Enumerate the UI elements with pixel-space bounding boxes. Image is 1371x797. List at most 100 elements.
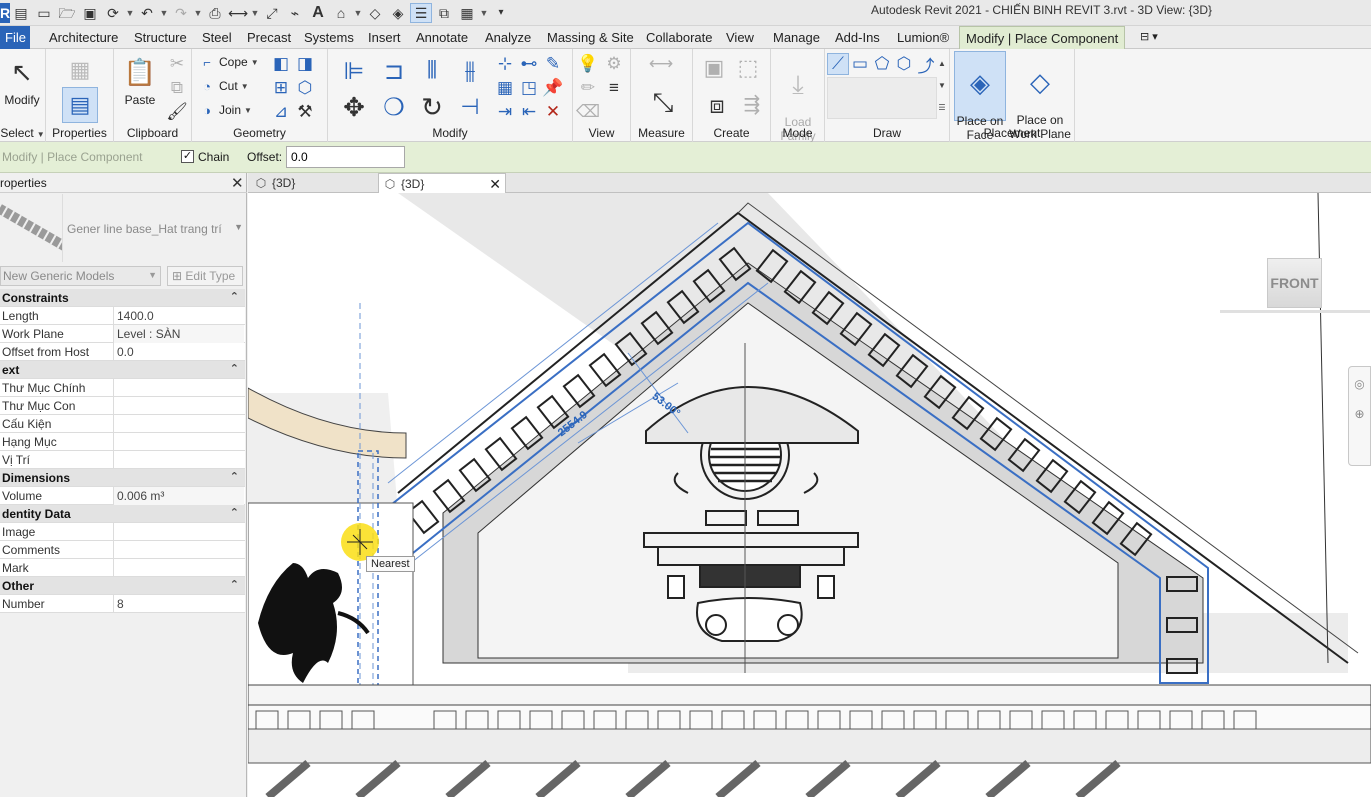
place-on-work-plane-button[interactable]: ◇ Place on Work Plane [1008, 51, 1072, 141]
delete-icon[interactable]: ✕ [542, 101, 564, 123]
join-button[interactable]: ◑ Join ▼ [198, 101, 252, 119]
ribbon-minimize-icon[interactable]: ⊟ ▾ [1134, 26, 1164, 49]
beam-join-icon[interactable]: ⊿ [270, 101, 292, 123]
undo-icon[interactable]: ↶ [136, 3, 158, 23]
tag-icon[interactable]: ⌁ [284, 3, 306, 23]
open-folder-icon[interactable]: 🗁 [56, 3, 78, 23]
print-icon[interactable]: ⎙ [204, 3, 226, 23]
dimension-icon[interactable]: ⤢ [261, 3, 283, 23]
property-value[interactable] [113, 397, 244, 415]
trim-multiple-icon[interactable]: ⇤ [518, 101, 540, 123]
section-constraints[interactable]: Constraints ⌃ [0, 289, 245, 307]
instance-filter-dropdown[interactable]: New Generic Models ▼ [0, 266, 161, 286]
hide-in-view-icon[interactable]: ≡ [603, 77, 625, 99]
view-tab-3d-active[interactable]: ⬡ {3D} ✕ [378, 173, 506, 193]
property-value[interactable] [113, 415, 244, 433]
section-identity-data[interactable]: dentity Data ⌃ [0, 505, 245, 523]
cut-scissors-icon[interactable]: ✂ [166, 53, 188, 75]
new-icon[interactable]: ▭ [33, 3, 55, 23]
create-assembly-icon[interactable]: ▣ [699, 53, 729, 83]
property-value[interactable] [113, 559, 244, 577]
gallery-scroll[interactable]: ▲ ▼ ☰ [936, 53, 948, 119]
cope-button[interactable]: ⌐ Cope ▼ [198, 53, 258, 71]
array-icon[interactable]: ▦ [494, 77, 516, 99]
close-icon[interactable]: ✕ [489, 174, 501, 194]
trim-single-icon[interactable]: ⇥ [494, 101, 516, 123]
redo-icon[interactable]: ↷ [170, 3, 192, 23]
property-value[interactable] [113, 433, 244, 451]
tab-analyze[interactable]: Analyze [479, 26, 537, 49]
tab-precast[interactable]: Precast [241, 26, 297, 49]
copy-element-icon[interactable]: ❍ [378, 91, 410, 123]
mirror-pick-axis-icon[interactable]: ⫴ [416, 55, 448, 87]
customize-icon[interactable]: ▾ [490, 3, 512, 23]
aligned-dimension-icon[interactable]: ⤡ [645, 85, 681, 121]
section-text[interactable]: ext ⌃ [0, 361, 245, 379]
draw-gallery[interactable] [827, 77, 937, 119]
tab-systems[interactable]: Systems [298, 26, 360, 49]
move-icon[interactable]: ✥ [338, 91, 370, 123]
create-similar-icon[interactable]: ⇶ [737, 89, 767, 119]
tab-insert[interactable]: Insert [362, 26, 407, 49]
pin-icon[interactable]: 📌 [542, 77, 564, 99]
section-icon[interactable]: ◇ [364, 3, 386, 23]
save-icon[interactable]: ▣ [79, 3, 101, 23]
property-value[interactable]: 1400.0 [113, 307, 244, 325]
modify-button[interactable]: ↖ Modify [0, 55, 44, 108]
chevron-down-icon[interactable]: ▼ [125, 3, 135, 23]
tab-lumion[interactable]: Lumion® [891, 26, 955, 49]
create-parts-icon[interactable]: ⬚ [733, 53, 763, 83]
property-value[interactable] [113, 451, 244, 469]
edit-type-button[interactable]: ⊞ Edit Type [167, 266, 243, 286]
close-icon[interactable]: ✕ [231, 174, 244, 192]
3d-viewport[interactable]: 2554.9 53.00° Nearest FRONT ◎ ⊕ [248, 193, 1371, 797]
mirror-draw-axis-icon[interactable]: ⫵ [454, 55, 486, 87]
demolish-icon[interactable]: ⬡ [294, 77, 316, 99]
tab-collaborate[interactable]: Collaborate [640, 26, 719, 49]
line-tool-icon[interactable]: ⟋ [827, 53, 849, 75]
tab-view[interactable]: View [720, 26, 760, 49]
split-face-icon[interactable]: ◧ [270, 53, 292, 75]
3d-view-icon[interactable]: ⌂ [330, 3, 352, 23]
panel-title-select[interactable]: Select ▼ [0, 126, 45, 140]
tab-steel[interactable]: Steel [196, 26, 238, 49]
tab-file[interactable]: File [0, 26, 30, 49]
property-value[interactable] [113, 379, 244, 397]
tab-manage[interactable]: Manage [767, 26, 826, 49]
unpin-icon[interactable]: ✎ [542, 53, 564, 75]
chain-checkbox[interactable]: ✓ [181, 150, 194, 163]
chevron-down-icon[interactable]: ▼ [479, 3, 489, 23]
tab-architecture[interactable]: Architecture [43, 26, 124, 49]
open-icon[interactable]: ▤ [10, 3, 32, 23]
elevation-icon[interactable]: ◈ [387, 3, 409, 23]
split-element-icon[interactable]: ⊹ [494, 53, 516, 75]
lightbulb-icon[interactable]: 💡 [577, 53, 599, 75]
tab-add-ins[interactable]: Add-Ins [829, 26, 886, 49]
chevron-down-icon[interactable]: ▼ [193, 3, 203, 23]
property-value[interactable] [113, 523, 244, 541]
chevron-down-icon[interactable]: ▼ [159, 3, 169, 23]
align-icon[interactable]: ⊫ [338, 55, 370, 87]
steering-wheel-icon[interactable]: ◎ [1349, 377, 1370, 391]
measure-icon[interactable]: ⟷ [227, 3, 249, 23]
section-other[interactable]: Other ⌃ [0, 577, 245, 595]
type-selector[interactable]: Gener line base_Hat trang trí ▼ [62, 194, 247, 262]
rectangle-tool-icon[interactable]: ▭ [849, 53, 871, 75]
override-graphics-icon[interactable]: ⚙ [603, 53, 625, 75]
scale-icon[interactable]: ◳ [518, 77, 540, 99]
chevron-down-icon[interactable]: ▼ [234, 222, 243, 232]
tab-modify-place-component[interactable]: Modify | Place Component [959, 26, 1126, 50]
hammer-icon[interactable]: ⚒ [294, 101, 316, 123]
property-value[interactable] [113, 541, 244, 559]
property-value[interactable]: 8 [113, 595, 244, 613]
match-type-icon[interactable]: 🖌 [166, 101, 188, 123]
sync-icon[interactable]: ⟳ [102, 3, 124, 23]
tab-massing-site[interactable]: Massing & Site [541, 26, 640, 49]
wall-joins-icon[interactable]: ⊞ [270, 77, 292, 99]
linework-icon[interactable]: ✏ [577, 77, 599, 99]
zoom-icon[interactable]: ⊕ [1349, 407, 1370, 421]
tab-structure[interactable]: Structure [128, 26, 193, 49]
eraser-icon[interactable]: ⌫ [576, 101, 600, 123]
revit-logo[interactable]: R [0, 3, 10, 23]
tab-annotate[interactable]: Annotate [410, 26, 474, 49]
